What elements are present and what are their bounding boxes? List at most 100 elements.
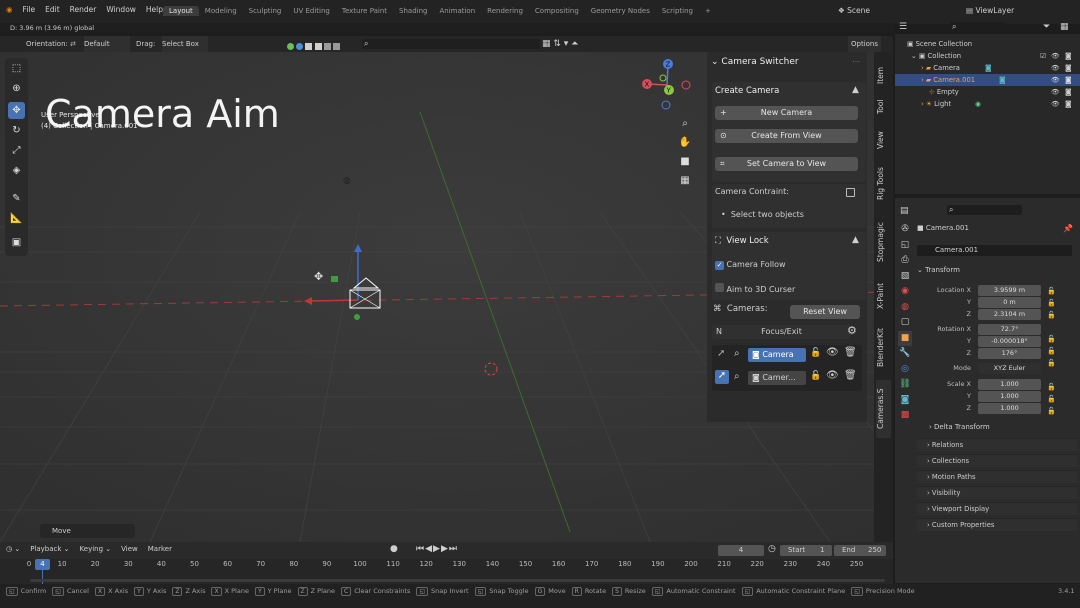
eye-icon[interactable]: 👁 [826,347,839,358]
eye-icon[interactable]: 👁 [1051,74,1060,86]
tab-rig-tools[interactable]: Rig Tools [876,160,891,208]
output-tab-icon[interactable]: ⎙ [898,253,912,269]
reset-view-button[interactable]: Reset View [790,305,860,319]
tab-uv-editing[interactable]: UV Editing [287,6,336,16]
tool-tab-icon[interactable]: ✇ [898,222,912,238]
visibility-section[interactable]: › Visibility [917,486,1077,499]
camera-name-field[interactable]: ◙ Camer... [748,371,806,385]
relations-section[interactable]: › Relations [917,438,1077,451]
menu-window[interactable]: Window [106,5,136,14]
record-icon[interactable]: ● [390,544,398,554]
view-menu[interactable]: View [121,545,138,553]
outliner-item-empty[interactable]: ⊹ Empty 👁 ◙ [895,86,1080,98]
properties-search-input[interactable]: ⌕ [947,205,1022,215]
end-frame-field[interactable]: End 250 [834,545,886,556]
motion-paths-section[interactable]: › Motion Paths [917,470,1077,483]
start-frame-field[interactable]: Start 1 [780,545,832,556]
next-key-icon[interactable]: ▶ [441,544,449,554]
add-cube-icon[interactable]: ▣ [8,234,25,251]
create-camera-header[interactable]: Create Camera [715,86,779,96]
pan-hand-icon[interactable]: ✋ [676,133,694,152]
camera-render-icon[interactable]: ◙ [1065,98,1072,110]
transform-tool-icon[interactable]: ◈ [8,162,25,179]
search-icon[interactable]: ⌕ [734,348,740,359]
tab-rendering[interactable]: Rendering [481,6,529,16]
checkbox-icon[interactable]: ☑ [1040,50,1046,62]
trash-icon[interactable]: 🗑 [844,347,857,358]
jump-start-icon[interactable]: ⏮ [416,544,425,554]
outliner-item-camera-001[interactable]: › ▰ Camera.001 ◙ 👁 ◙ [895,74,1080,86]
select-arrow-icon[interactable]: ➚ [715,370,729,384]
delta-transform-header[interactable]: › Delta Transform [929,423,990,431]
prev-key-icon[interactable]: ◀ [425,544,433,554]
scale-x-field[interactable]: 1.000 [978,379,1041,390]
lock-icons[interactable]: 🔓 🔓 🔓 🔓 🔓 🔓 🔓 🔓 🔓 [1047,285,1056,417]
jump-end-icon[interactable]: ⏭ [449,544,458,554]
rotation-mode-dropdown[interactable]: XYZ Euler [978,363,1041,374]
outliner-collection[interactable]: ⌄ ▣ Collection ☑ 👁 ◙ [895,50,1080,62]
snap-icon[interactable]: ▦ ⇅ ▾ ⏶ [542,36,578,52]
scale-y-field[interactable]: 1.000 [978,391,1041,402]
menu-render[interactable]: Render [70,5,97,14]
menu-file[interactable]: File [23,5,36,14]
collapse-triangle-icon[interactable]: ▲ [852,85,859,95]
new-camera-button[interactable]: + New Camera [715,106,858,120]
blender-logo-icon[interactable]: ◉ [6,5,13,14]
3d-cursor-icon[interactable] [482,360,500,378]
move-tool-icon[interactable]: ✥ [8,102,25,119]
aim-to-cursor-toggle[interactable]: Aim to 3D Curser [715,283,795,294]
current-frame-field[interactable]: 4 [718,545,764,556]
camera-list-item[interactable]: ➚ ⌕ ◙ Camera 🔓 👁 🗑 [714,347,860,363]
camera-render-icon[interactable]: ◙ [1065,86,1072,98]
properties-type-icon[interactable]: ▤ [900,206,909,216]
tab-scripting[interactable]: Scripting [656,6,699,16]
marker-menu[interactable]: Marker [148,545,172,553]
scene-selector[interactable]: ❖ Scene [838,6,870,15]
set-camera-to-view-button[interactable]: ⌗ Set Camera to View [715,157,858,171]
camera-follow-toggle[interactable]: ✓ Camera Follow [715,260,786,270]
cursor-tool-icon[interactable]: ⊕ [8,80,25,97]
new-collection-icon[interactable]: ▦ [1060,22,1069,32]
tab-shading[interactable]: Shading [393,6,433,16]
viewport-display-section[interactable]: › Viewport Display [917,502,1077,515]
clock-icon[interactable]: ◷ [768,544,776,554]
camera-constraint-checkbox[interactable] [846,188,855,197]
empty-object-icon[interactable]: ◍ [343,176,351,186]
zoom-icon[interactable]: ⌕ [676,114,694,133]
select-box-icon[interactable]: ⬚ [8,60,25,77]
create-from-view-button[interactable]: ⊙ Create From View [715,129,858,143]
filter-icon[interactable]: ⏷ [1043,22,1050,32]
view-layer-tab-icon[interactable]: ▧ [898,269,912,285]
eye-icon[interactable]: 👁 [1051,50,1060,62]
location-z-field[interactable]: 2.3104 m [978,309,1041,320]
camera-list-item[interactable]: ➚ ⌕ ◙ Camer... 🔓 👁 🗑 [714,370,860,386]
add-workspace-icon[interactable]: + [699,6,717,16]
pin-icon[interactable]: 📌 [1063,224,1073,233]
outliner-item-light[interactable]: › ☀ Light ◉ 👁 ◙ [895,98,1080,110]
rotate-tool-icon[interactable]: ↻ [8,122,25,139]
tab-cameras-s[interactable]: Cameras.S [876,380,891,438]
collections-section[interactable]: › Collections [917,454,1077,467]
search-icon[interactable]: ⌕ [734,371,740,382]
outliner-type-icon[interactable]: ☰ [899,22,907,32]
shading-mode-icons[interactable] [287,40,357,50]
panel-title[interactable]: ⌄ Camera Switcher [711,57,799,67]
lock-icon[interactable]: 🔓 [810,371,821,381]
last-operator-panel[interactable]: Move [40,524,135,538]
location-x-field[interactable]: 3.9599 m [978,285,1041,296]
tab-view[interactable]: View [876,126,891,154]
eye-icon[interactable]: 👁 [826,370,839,381]
outliner-scene-collection[interactable]: ▣ Scene Collection [895,38,1080,50]
tab-sculpting[interactable]: Sculpting [243,6,288,16]
view-lock-header[interactable]: ⛶ View Lock [715,236,769,246]
playhead[interactable]: 4 [35,559,50,570]
focus-exit-button[interactable]: N Focus/Exit [712,325,851,339]
annotate-tool-icon[interactable]: ✎ [8,190,25,207]
eye-icon[interactable]: 👁 [1051,62,1060,74]
camera-name-field[interactable]: ◙ Camera [748,348,806,362]
menu-help[interactable]: Help [146,5,163,14]
outliner-item-camera[interactable]: › ▰ Camera ◙ 👁 ◙ [895,62,1080,74]
camera-object[interactable] [300,242,390,332]
camera-render-icon[interactable]: ◙ [1065,74,1072,86]
render-tab-icon[interactable]: ◱ [898,238,912,254]
